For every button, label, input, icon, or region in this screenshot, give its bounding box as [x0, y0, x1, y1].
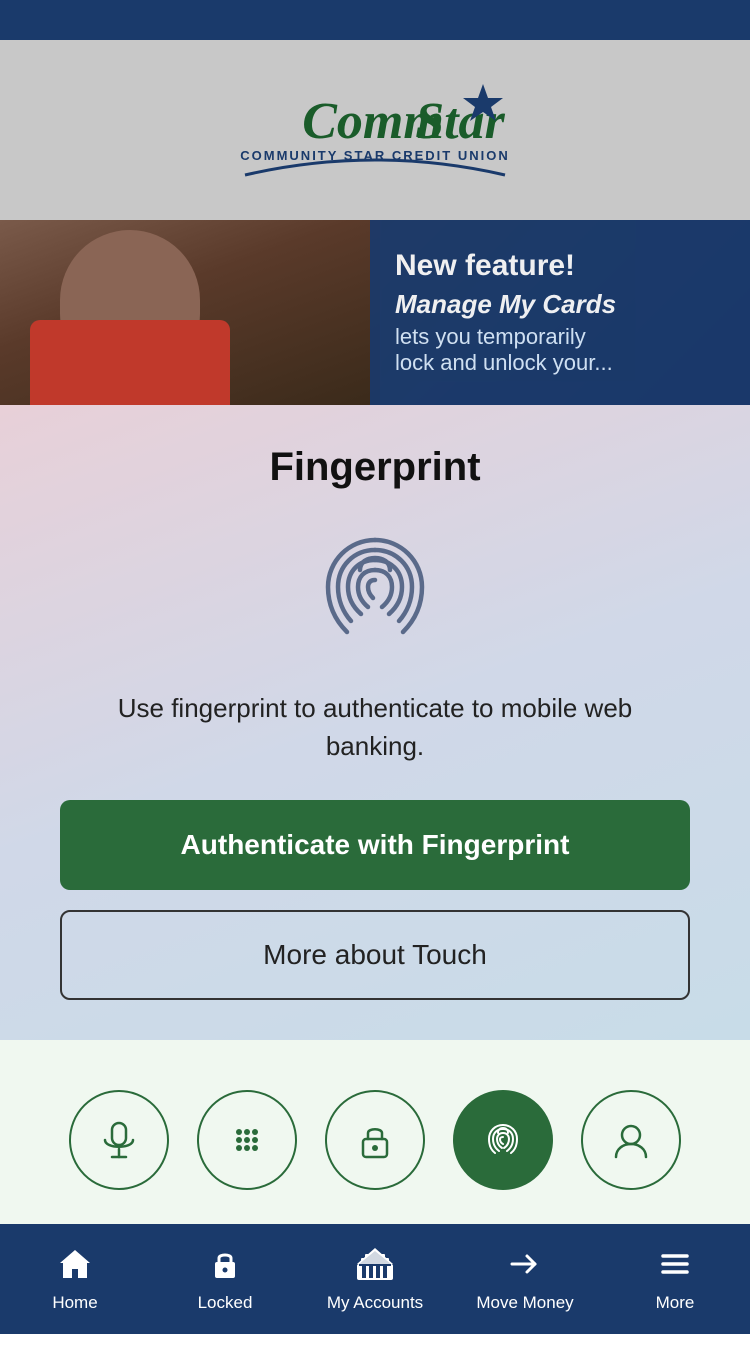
more-about-touch-button[interactable]: More about Touch [60, 910, 690, 1000]
fingerprint-icon [305, 520, 445, 660]
move-money-svg [507, 1246, 543, 1282]
nav-label-my-accounts: My Accounts [327, 1293, 423, 1313]
locked-svg [207, 1246, 243, 1282]
auth-icons-section [0, 1040, 750, 1240]
microphone-icon [98, 1119, 140, 1161]
my-accounts-icon [356, 1246, 394, 1288]
nav-item-move-money[interactable]: Move Money [450, 1224, 600, 1334]
keypad-auth-button[interactable] [197, 1090, 297, 1190]
nav-item-more[interactable]: More [600, 1224, 750, 1334]
banner-new-feature: New feature! [395, 249, 725, 283]
voice-auth-button[interactable] [69, 1090, 169, 1190]
banner: New feature! Manage My Cards lets you te… [0, 220, 750, 405]
nav-label-move-money: Move Money [476, 1293, 573, 1313]
nav-item-home[interactable]: Home [0, 1224, 150, 1334]
fingerprint-auth-icon [482, 1119, 524, 1161]
nav-label-locked: Locked [198, 1293, 253, 1313]
keypad-icon [226, 1119, 268, 1161]
more-svg [657, 1246, 693, 1282]
fingerprint-description: Use fingerprint to authenticate to mobil… [65, 690, 685, 765]
logo-container: Comm Star COMMUNITY STAR CREDIT UNION [225, 70, 525, 190]
header: Comm Star COMMUNITY STAR CREDIT UNION [0, 40, 750, 220]
lock-icon [354, 1119, 396, 1161]
bottom-navigation: Home Locked [0, 1224, 750, 1334]
more-icon [657, 1246, 693, 1288]
fingerprint-section: Fingerprint Use fingerprint to authentic… [0, 405, 750, 1040]
nav-label-home: Home [52, 1293, 97, 1313]
move-money-icon [507, 1246, 543, 1288]
home-svg [57, 1246, 93, 1282]
accounts-svg [356, 1246, 394, 1282]
home-icon [57, 1246, 93, 1288]
banner-manage-label: Manage My Cards [395, 289, 725, 320]
banner-text-overlay: New feature! Manage My Cards lets you te… [370, 220, 750, 405]
banner-person-image [0, 220, 380, 405]
banner-desc: lets you temporarily [395, 324, 725, 350]
fingerprint-title: Fingerprint [269, 445, 480, 490]
banner-desc2: lock and unlock your... [395, 350, 725, 376]
lock-auth-button[interactable] [325, 1090, 425, 1190]
authenticate-fingerprint-button[interactable]: Authenticate with Fingerprint [60, 800, 690, 890]
locked-icon [207, 1246, 243, 1288]
nav-item-my-accounts[interactable]: My Accounts [300, 1224, 450, 1334]
face-icon [610, 1119, 652, 1161]
face-auth-button[interactable] [581, 1090, 681, 1190]
fingerprint-auth-button[interactable] [453, 1090, 553, 1190]
status-bar [0, 0, 750, 40]
nav-label-more: More [656, 1293, 695, 1313]
logo-svg: Comm Star COMMUNITY STAR CREDIT UNION [225, 70, 525, 190]
nav-item-locked[interactable]: Locked [150, 1224, 300, 1334]
